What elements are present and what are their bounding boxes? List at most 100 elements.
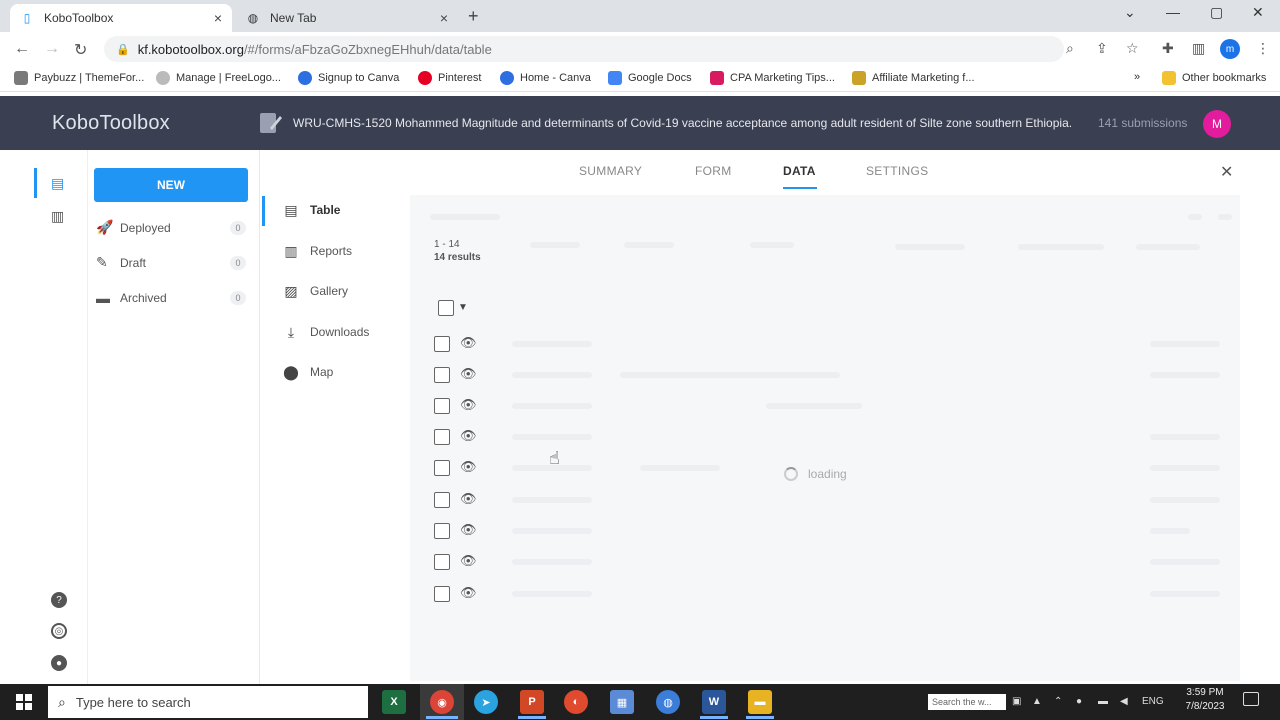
taskbar-clock[interactable]: 3:59 PM 7/8/2023	[1176, 686, 1234, 714]
subnav-item-reports[interactable]: ▥ Reports	[282, 243, 352, 259]
more-bookmarks-icon[interactable]: »	[1134, 71, 1140, 83]
row-checkbox[interactable]	[434, 460, 450, 476]
tab-close-icon[interactable]: ×	[440, 10, 448, 26]
row-checkbox[interactable]	[434, 429, 450, 445]
maximize-button[interactable]: ▢	[1210, 4, 1223, 21]
tab-form[interactable]: FORM	[695, 164, 732, 178]
windows-start-icon[interactable]	[16, 694, 32, 710]
sidebar-item-draft[interactable]: ✎ Draft 0	[96, 254, 246, 271]
tab-summary[interactable]: SUMMARY	[579, 164, 642, 178]
window-close-button[interactable]: ✕	[1252, 4, 1264, 21]
eye-icon[interactable]: 👁	[460, 585, 477, 601]
row-checkbox[interactable]	[434, 554, 450, 570]
github-icon[interactable]: ●	[51, 655, 67, 671]
volume-icon[interactable]: ◀	[1120, 696, 1128, 707]
bookmark-item[interactable]: Google Docs	[608, 71, 692, 85]
bookmark-item[interactable]: Affiliate Marketing f...	[852, 71, 975, 85]
side-panel-icon[interactable]: ▥	[1192, 40, 1205, 57]
user-avatar[interactable]: M	[1203, 110, 1231, 138]
eye-icon[interactable]: 👁	[460, 366, 477, 382]
eye-icon[interactable]: 👁	[460, 522, 477, 538]
microphone-icon[interactable]: ●	[1076, 696, 1082, 707]
placeholder-bar	[530, 242, 580, 248]
browser-tab-kobotoolbox[interactable]: ▯ KoboToolbox ×	[10, 4, 232, 32]
chrome-app-icon[interactable]: ◉	[430, 690, 454, 714]
select-all-checkbox[interactable]	[438, 300, 454, 316]
help-icon[interactable]: ?	[51, 592, 67, 608]
eye-icon[interactable]: 👁	[460, 459, 477, 475]
count-badge: 0	[230, 220, 246, 235]
tab-settings[interactable]: SETTINGS	[866, 164, 928, 178]
eye-icon[interactable]: 👁	[460, 428, 477, 444]
address-bar-input[interactable]: 🔒 kf.kobotoolbox.org /#/forms/aFbzaGoZbx…	[104, 36, 1064, 62]
bookmark-item[interactable]: Paybuzz | ThemeFor...	[14, 71, 144, 85]
excel-app-icon[interactable]: X	[382, 690, 406, 714]
project-title[interactable]: WRU-CMHS-1520 Mohammed Magnitude and det…	[293, 116, 1073, 130]
url-host: kf.kobotoolbox.org	[137, 41, 244, 57]
app-icon[interactable]: ▦	[610, 690, 634, 714]
close-project-icon[interactable]: ✕	[1220, 162, 1233, 182]
other-bookmarks[interactable]: Other bookmarks	[1162, 71, 1266, 85]
tray-chevron-icon[interactable]: ⌃	[1054, 696, 1062, 707]
subnav-label: Downloads	[310, 325, 370, 339]
new-project-button[interactable]: NEW	[94, 168, 248, 202]
powerpoint-app-icon[interactable]: P	[520, 690, 544, 714]
eye-icon[interactable]: 👁	[460, 491, 477, 507]
subnav-item-table[interactable]: ▤ Table	[282, 202, 341, 218]
row-checkbox[interactable]	[434, 523, 450, 539]
row-checkbox[interactable]	[434, 492, 450, 508]
tab-close-icon[interactable]: ×	[214, 10, 222, 26]
notification-icon[interactable]	[1243, 692, 1259, 706]
eye-icon[interactable]: 👁	[460, 397, 477, 413]
row-checkbox[interactable]	[434, 398, 450, 414]
zoom-icon[interactable]: ⌕	[1066, 40, 1074, 57]
taskbar-search-input[interactable]: ⌕ Type here to search	[48, 686, 368, 718]
back-arrow-icon[interactable]: ←	[14, 40, 30, 58]
bookmark-item[interactable]: Signup to Canva	[298, 71, 399, 85]
minimize-button[interactable]: —	[1166, 4, 1180, 20]
browser-menu-icon[interactable]: ⋮	[1256, 40, 1270, 57]
subnav-item-downloads[interactable]: ⤓ Downloads	[282, 324, 370, 340]
tab-search-chevron-icon[interactable]: ⌄	[1124, 4, 1136, 21]
browser-tab-new-tab[interactable]: ◍ New Tab ×	[236, 4, 458, 32]
eye-icon[interactable]: 👁	[460, 335, 477, 351]
tray-arrow-icon[interactable]: ▲	[1032, 696, 1042, 707]
weather-search-box[interactable]: Search the w...	[928, 694, 1006, 710]
active-tab-underline	[783, 187, 817, 189]
bookmark-item[interactable]: Manage | FreeLogo...	[156, 71, 281, 85]
app-icon[interactable]: ◐	[564, 690, 588, 714]
kobo-logo[interactable]: KoboToolbox	[52, 112, 170, 135]
reload-icon[interactable]: ↻	[74, 40, 87, 60]
network-icon[interactable]: ▬	[1098, 696, 1108, 707]
subnav-item-map[interactable]: ⬤ Map	[282, 364, 333, 380]
bookmark-item[interactable]: Home - Canva	[500, 71, 591, 85]
profile-avatar[interactable]: m	[1220, 39, 1240, 59]
row-checkbox[interactable]	[434, 586, 450, 602]
subnav-item-gallery[interactable]: ▨ Gallery	[282, 283, 348, 299]
tray-app-icon[interactable]: ▣	[1012, 696, 1021, 707]
file-explorer-icon[interactable]: ▬	[748, 690, 772, 714]
forward-arrow-icon[interactable]: →	[44, 40, 60, 58]
row-checkbox[interactable]	[434, 336, 450, 352]
tab-data[interactable]: DATA	[783, 164, 816, 178]
support-lifebuoy-icon[interactable]: ◎	[51, 623, 67, 639]
share-icon[interactable]: ⇪	[1096, 40, 1108, 57]
library-icon[interactable]: ▥	[51, 208, 64, 225]
eye-icon[interactable]: 👁	[460, 553, 477, 569]
bookmark-star-icon[interactable]: ☆	[1126, 40, 1139, 57]
bookmark-item[interactable]: Pinterest	[418, 71, 481, 85]
row-checkbox[interactable]	[434, 367, 450, 383]
word-app-icon[interactable]: W	[702, 690, 726, 714]
caret-down-icon[interactable]: ▼	[458, 302, 468, 313]
new-tab-button[interactable]: +	[468, 6, 479, 27]
sidebar-item-deployed[interactable]: 🚀 Deployed 0	[96, 219, 246, 236]
projects-icon[interactable]: ▤	[51, 175, 64, 192]
language-indicator[interactable]: ENG	[1142, 696, 1164, 707]
subnav-label: Table	[310, 203, 341, 217]
sidebar-item-archived[interactable]: ▬ Archived 0	[96, 290, 246, 306]
rocket-icon: 🚀	[96, 219, 114, 235]
telegram-app-icon[interactable]: ➤	[474, 690, 498, 714]
bookmark-item[interactable]: CPA Marketing Tips...	[710, 71, 835, 85]
extensions-puzzle-icon[interactable]: ✚	[1162, 40, 1174, 57]
edge-app-icon[interactable]: ◍	[656, 690, 680, 714]
